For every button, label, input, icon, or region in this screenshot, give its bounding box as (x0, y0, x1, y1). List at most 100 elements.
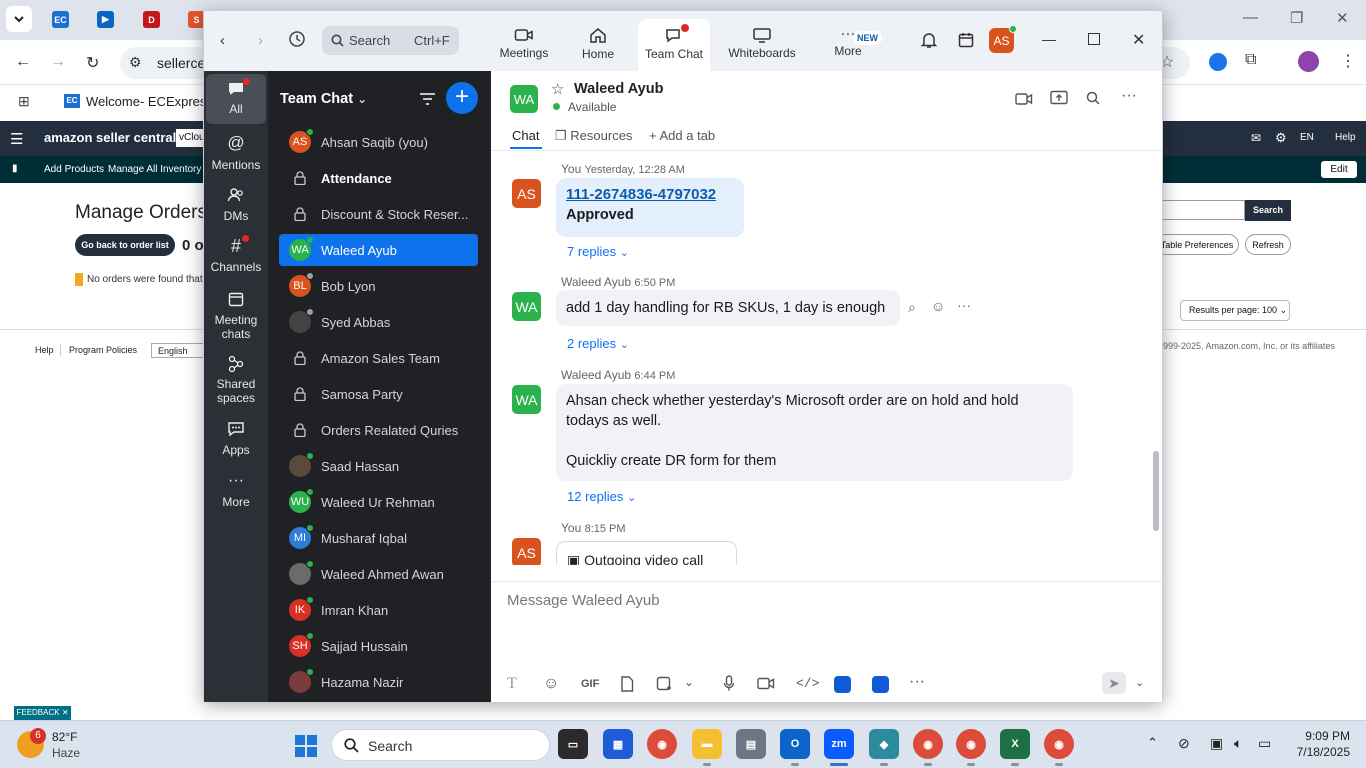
message-input[interactable]: Message Waleed Ayub (507, 592, 1147, 662)
video-call-card[interactable]: ▣ Outgoing video call (556, 541, 737, 565)
display-icon[interactable]: ▣ (1210, 735, 1223, 752)
site-info-icon[interactable]: ⚙ (129, 54, 142, 71)
gif-button[interactable]: GIF (581, 678, 599, 690)
chrome-profile-icon[interactable]: ◉ (1044, 729, 1074, 759)
chrome-profile-icon[interactable]: ◉ (956, 729, 986, 759)
history-icon[interactable] (288, 30, 306, 48)
emoji-reaction-icon[interactable]: ☺ (931, 298, 945, 314)
store-icon[interactable]: ▦ (603, 729, 633, 759)
filter-icon[interactable] (419, 92, 436, 106)
minimize-icon[interactable]: — (1243, 9, 1258, 26)
sender-avatar[interactable]: AS (512, 179, 541, 208)
app-tab-icon[interactable]: ▶ (97, 11, 114, 28)
more-options-icon[interactable]: ··· (909, 673, 925, 691)
chrome-icon[interactable]: ◉ (647, 729, 677, 759)
star-icon[interactable]: ☆ (551, 80, 564, 98)
rail-shared-spaces[interactable]: Shared spaces (206, 355, 266, 405)
tab-chat[interactable]: Chat (512, 128, 539, 143)
app-integration-icon[interactable] (834, 676, 851, 693)
mail-icon[interactable]: ✉ (1251, 131, 1261, 145)
contact-item[interactable]: BL Bob Lyon (279, 270, 478, 302)
tab-whiteboards[interactable]: Whiteboards (720, 19, 804, 67)
battery-icon[interactable]: ▭ (1258, 735, 1271, 752)
team-chat-dropdown[interactable]: Team Chat ⌄ (280, 91, 367, 107)
calculator-icon[interactable]: ▤ (736, 729, 766, 759)
windows-start-icon[interactable] (294, 734, 318, 758)
order-link[interactable]: 111-2674836-4797032 (566, 185, 734, 205)
footer-program-policies[interactable]: Program Policies (69, 345, 137, 355)
chat-scrollbar[interactable] (1153, 451, 1159, 531)
channel-item[interactable]: Discount & Stock Reser... (279, 198, 478, 230)
contact-name[interactable]: Waleed Ayub (574, 81, 663, 97)
rail-dms[interactable]: DMs (206, 187, 266, 223)
new-chat-button[interactable]: + (446, 82, 478, 114)
channel-item[interactable]: Samosa Party (279, 378, 478, 410)
channel-item[interactable]: Attendance (279, 162, 478, 194)
replies-link[interactable]: 7 replies ⌄ (567, 244, 629, 259)
channel-item[interactable]: Orders Realated Quries (279, 414, 478, 446)
extension-icon[interactable] (1209, 53, 1227, 71)
app-icon[interactable]: ◆ (869, 729, 899, 759)
chevron-down-icon[interactable]: ⌄ (684, 675, 694, 689)
sender-avatar[interactable]: WA (512, 292, 541, 321)
rail-channels[interactable]: # Channels (206, 235, 266, 274)
rail-apps[interactable]: Apps (206, 421, 266, 457)
reload-icon[interactable]: ↻ (86, 53, 99, 73)
contact-item[interactable]: Syed Abbas (279, 306, 478, 338)
outlook-icon[interactable]: O (780, 729, 810, 759)
bookmark-link[interactable]: Welcome- ECExpres (86, 94, 206, 109)
footer-help[interactable]: Help (35, 345, 54, 355)
contact-item[interactable]: MI Musharaf Iqbal (279, 522, 478, 554)
tab-resources[interactable]: ❐ Resources (555, 128, 632, 144)
code-snippet-icon[interactable]: </> (796, 676, 819, 691)
contact-item[interactable]: Waleed Ahmed Awan (279, 558, 478, 590)
rail-mentions[interactable]: @ Mentions (206, 134, 266, 173)
table-preferences-button[interactable]: Table Preferences (1155, 234, 1239, 255)
bookmark-icon[interactable]: ▮ (12, 163, 18, 174)
forward-icon[interactable]: › (258, 32, 263, 49)
search-button[interactable]: Search (1245, 200, 1291, 221)
back-icon[interactable]: ← (15, 53, 31, 71)
nav-add-products[interactable]: Add Products (44, 164, 104, 175)
volume-icon[interactable]: 🔈︎ (1234, 735, 1242, 752)
excel-icon[interactable]: X (1000, 729, 1030, 759)
network-icon[interactable]: ⊘ (1178, 735, 1190, 752)
feedback-button[interactable]: FEEDBACK ✕ (14, 706, 71, 720)
order-search-input[interactable] (1160, 200, 1245, 220)
results-per-page-select[interactable]: Results per page: 100 ⌄ (1180, 300, 1290, 321)
amazon-logo[interactable]: amazon seller central (44, 130, 176, 145)
nav-manage-inventory[interactable]: Manage All Inventory (108, 164, 201, 175)
contact-item[interactable]: SH Sajjad Hussain (279, 630, 478, 662)
back-to-orders-button[interactable]: Go back to order list (75, 234, 175, 256)
replies-link[interactable]: 2 replies ⌄ (567, 336, 629, 351)
maximize-icon[interactable] (1088, 33, 1100, 45)
sender-avatar[interactable]: AS (512, 538, 541, 565)
refresh-button[interactable]: Refresh (1245, 234, 1291, 255)
settings-icon[interactable]: ⚙ (1275, 130, 1287, 146)
contact-item[interactable]: WA Waleed Ayub (279, 234, 478, 266)
video-call-icon[interactable] (1015, 92, 1033, 106)
edit-button[interactable]: Edit (1321, 161, 1357, 178)
video-clip-icon[interactable] (757, 677, 775, 690)
rail-meeting-chats[interactable]: Meeting chats (206, 291, 266, 341)
tab-add-tab[interactable]: + Add a tab (649, 128, 715, 143)
menu-icon[interactable]: ⋮ (1340, 51, 1356, 71)
app-integration-icon[interactable] (872, 676, 889, 693)
tab-team-chat[interactable]: Team Chat (638, 19, 710, 71)
clock-date[interactable]: 7/18/2025 (1286, 745, 1350, 759)
file-icon[interactable] (620, 676, 634, 692)
weather-temp[interactable]: 82°F (52, 730, 77, 744)
ec-tab-icon[interactable]: EC (52, 11, 69, 28)
puzzle-icon[interactable]: ⧉ (1245, 51, 1256, 69)
search-icon[interactable] (1086, 91, 1100, 105)
maximize-icon[interactable]: ❐ (1290, 9, 1303, 27)
bell-icon[interactable] (920, 31, 938, 49)
minimize-icon[interactable]: — (1042, 31, 1056, 47)
chevron-up-icon[interactable]: ⌃ (1147, 735, 1158, 751)
tab-home[interactable]: Home (560, 19, 636, 67)
screenshot-icon[interactable] (656, 676, 672, 692)
task-view-icon[interactable]: ▭ (558, 729, 588, 759)
rail-more[interactable]: ··· More (206, 473, 266, 510)
close-icon[interactable]: ✕ (1132, 30, 1145, 50)
contact-item[interactable]: WU Waleed Ur Rehman (279, 486, 478, 518)
